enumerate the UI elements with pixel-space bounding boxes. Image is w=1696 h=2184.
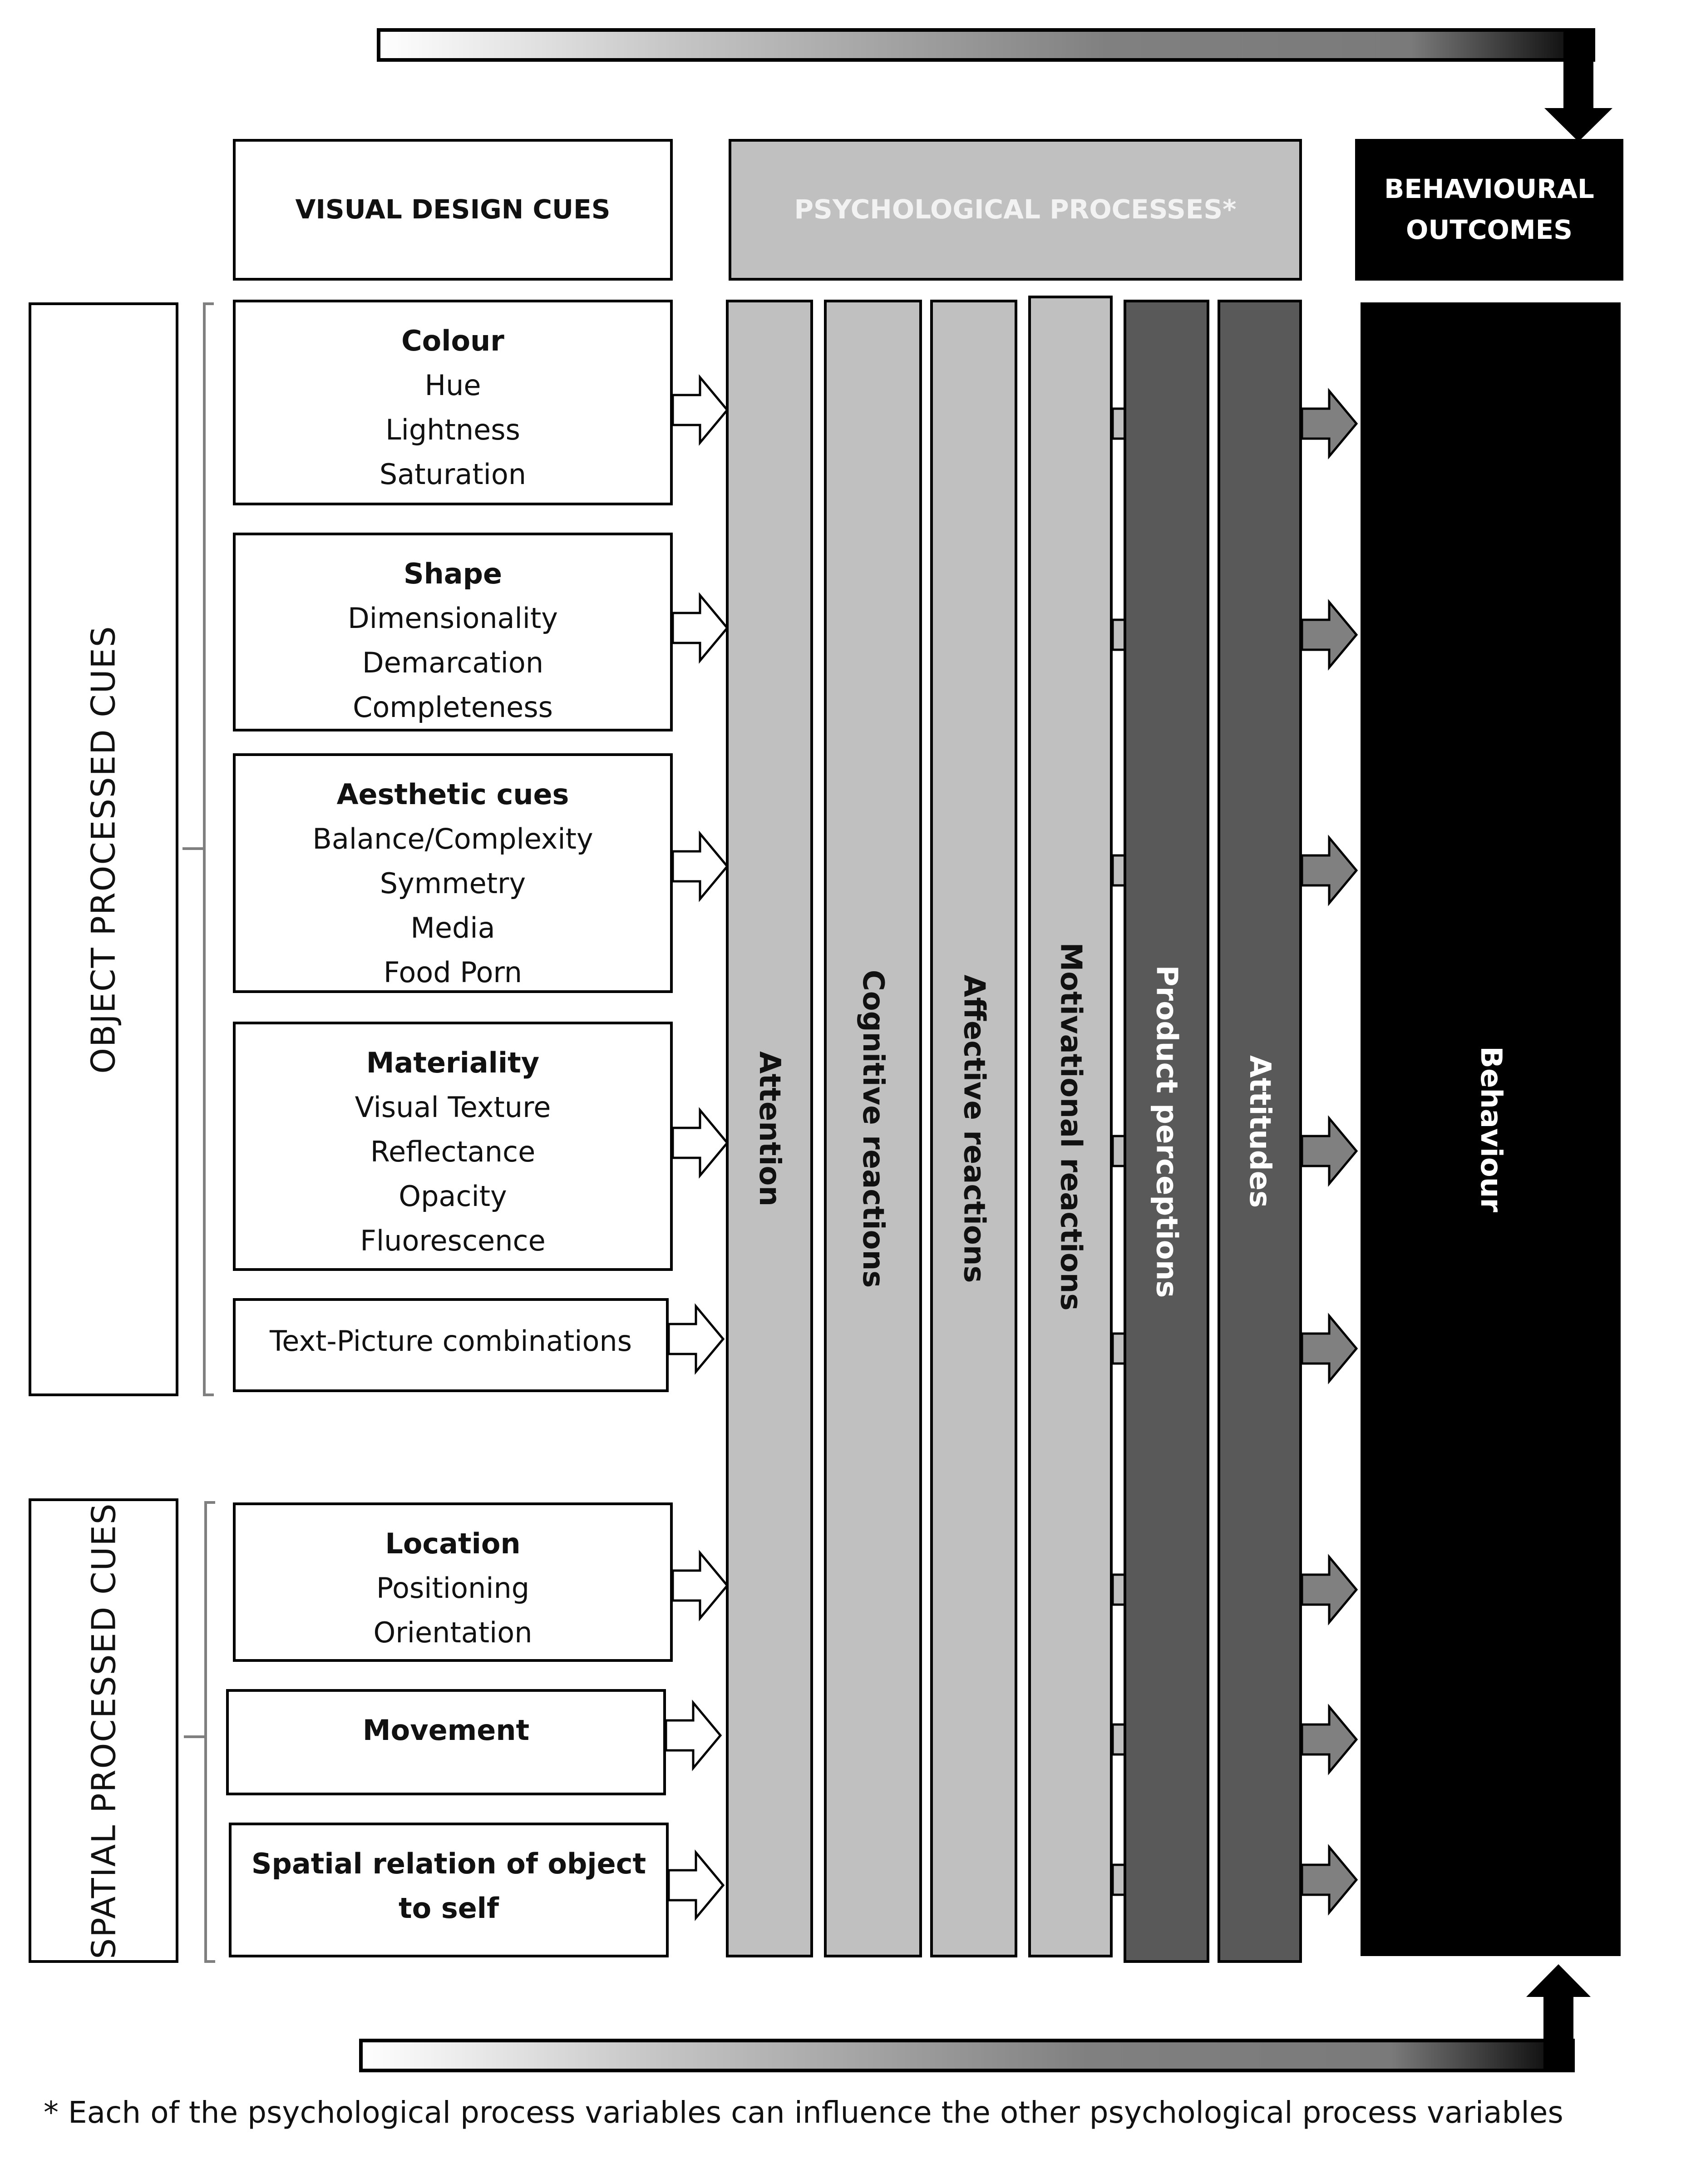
visual-design-cues-title: VISUAL DESIGN CUES <box>295 194 611 225</box>
bottom-feedback-arrow <box>359 1964 1591 2072</box>
object-processed-cues-label: OBJECT PROCESSED CUES <box>84 625 123 1074</box>
visual-design-cues-header: VISUAL DESIGN CUES <box>233 139 673 281</box>
process-label: Attention <box>753 1051 786 1206</box>
cue-title: Text-Picture combinations <box>269 1324 632 1358</box>
cue-item: Balance/Complexity <box>312 822 593 855</box>
cue-title: Movement <box>362 1714 530 1747</box>
cue-to-attention-arrow <box>665 1700 722 1771</box>
process-label: Cognitive reactions <box>856 969 890 1288</box>
attitude-to-behaviour-arrow <box>1301 1115 1358 1187</box>
spatial-cues-bracket <box>204 1501 215 1963</box>
outcome-behaviour: Behaviour <box>1361 302 1621 1956</box>
behavioural-outcomes-title-line2: OUTCOMES <box>1406 214 1573 245</box>
behavioural-outcomes-header: BEHAVIOURAL OUTCOMES <box>1355 139 1623 281</box>
cue-item: Demarcation <box>362 646 544 679</box>
cue-movement: Movement <box>226 1689 666 1795</box>
process-label: Affective reactions <box>957 974 991 1283</box>
process-motivational-reactions: Motivational reactions <box>1028 296 1113 1957</box>
cue-item: Symmetry <box>380 867 526 900</box>
cue-to-attention-arrow <box>667 1303 725 1375</box>
cue-text-picture: Text-Picture combinations <box>233 1298 669 1392</box>
psychological-processes-title: PSYCHOLOGICAL PROCESSES* <box>794 194 1237 225</box>
cue-item: Media <box>410 911 495 944</box>
attitude-to-behaviour-arrow <box>1301 1704 1358 1775</box>
cue-title: Materiality <box>366 1046 540 1079</box>
cue-title: Spatial relation of object <box>251 1847 646 1880</box>
cue-title: Shape <box>403 557 503 590</box>
cue-item: Positioning <box>376 1571 530 1605</box>
spatial-cues-bracket-tick <box>184 1735 206 1738</box>
cue-to-attention-arrow <box>671 830 729 902</box>
outcome-label: Behaviour <box>1474 1046 1508 1212</box>
spatial-processed-cues-group: SPATIAL PROCESSED CUES <box>29 1498 178 1963</box>
cue-title: Location <box>385 1527 521 1560</box>
cue-item: Saturation <box>379 458 527 491</box>
cue-title: Aesthetic cues <box>336 778 569 811</box>
cue-item: Dimensionality <box>347 602 558 635</box>
psychological-processes-header: PSYCHOLOGICAL PROCESSES* <box>729 139 1302 281</box>
cue-to-attention-arrow <box>671 374 729 446</box>
process-attitudes: Attitudes <box>1218 300 1302 1963</box>
cue-item: Orientation <box>373 1616 532 1649</box>
behavioural-outcomes-title-line1: BEHAVIOURAL <box>1384 173 1594 205</box>
cue-shape: Shape Dimensionality Demarcation Complet… <box>233 533 673 731</box>
cue-item: Hue <box>424 369 481 402</box>
cue-item: Opacity <box>399 1180 507 1213</box>
cue-item: Lightness <box>385 413 520 446</box>
attitude-to-behaviour-arrow <box>1301 388 1358 460</box>
cue-materiality: Materiality Visual Texture Reflectance O… <box>233 1022 673 1271</box>
process-cognitive-reactions: Cognitive reactions <box>824 300 922 1957</box>
cue-title: Colour <box>401 324 504 357</box>
spatial-processed-cues-label: SPATIAL PROCESSED CUES <box>84 1502 123 1959</box>
process-label: Product perceptions <box>1149 965 1183 1298</box>
process-attention: Attention <box>726 300 813 1957</box>
object-processed-cues-group: OBJECT PROCESSED CUES <box>29 302 178 1396</box>
cue-spatial-relation: Spatial relation of object to self <box>229 1823 669 1957</box>
cue-colour: Colour Hue Lightness Saturation <box>233 300 673 505</box>
top-feedback-arrow <box>377 28 1612 142</box>
footnote: * Each of the psychological process vari… <box>44 2095 1563 2130</box>
attitude-to-behaviour-arrow <box>1301 1844 1358 1916</box>
cue-item: Completeness <box>353 691 553 724</box>
attitude-to-behaviour-arrow <box>1301 835 1358 906</box>
process-label: Attitudes <box>1243 1055 1277 1208</box>
object-cues-bracket-tick <box>182 847 204 850</box>
object-cues-bracket <box>203 302 214 1396</box>
cue-item: Fluorescence <box>360 1224 546 1257</box>
cue-aesthetic: Aesthetic cues Balance/Complexity Symmet… <box>233 753 673 993</box>
cue-to-attention-arrow <box>671 592 729 664</box>
process-product-perceptions: Product perceptions <box>1124 300 1209 1963</box>
process-label: Motivational reactions <box>1054 942 1087 1311</box>
cue-item: Food Porn <box>383 956 523 989</box>
cue-item: Reflectance <box>370 1135 536 1168</box>
attitude-to-behaviour-arrow <box>1301 599 1358 671</box>
cue-to-attention-arrow <box>671 1107 729 1179</box>
cue-location: Location Positioning Orientation <box>233 1502 673 1662</box>
attitude-to-behaviour-arrow <box>1301 1554 1358 1626</box>
cue-to-attention-arrow <box>671 1550 729 1621</box>
process-affective-reactions: Affective reactions <box>930 300 1017 1957</box>
cue-title-line2: to self <box>399 1892 499 1925</box>
cue-item: Visual Texture <box>355 1091 551 1124</box>
cue-to-attention-arrow <box>667 1849 725 1921</box>
attitude-to-behaviour-arrow <box>1301 1313 1358 1384</box>
